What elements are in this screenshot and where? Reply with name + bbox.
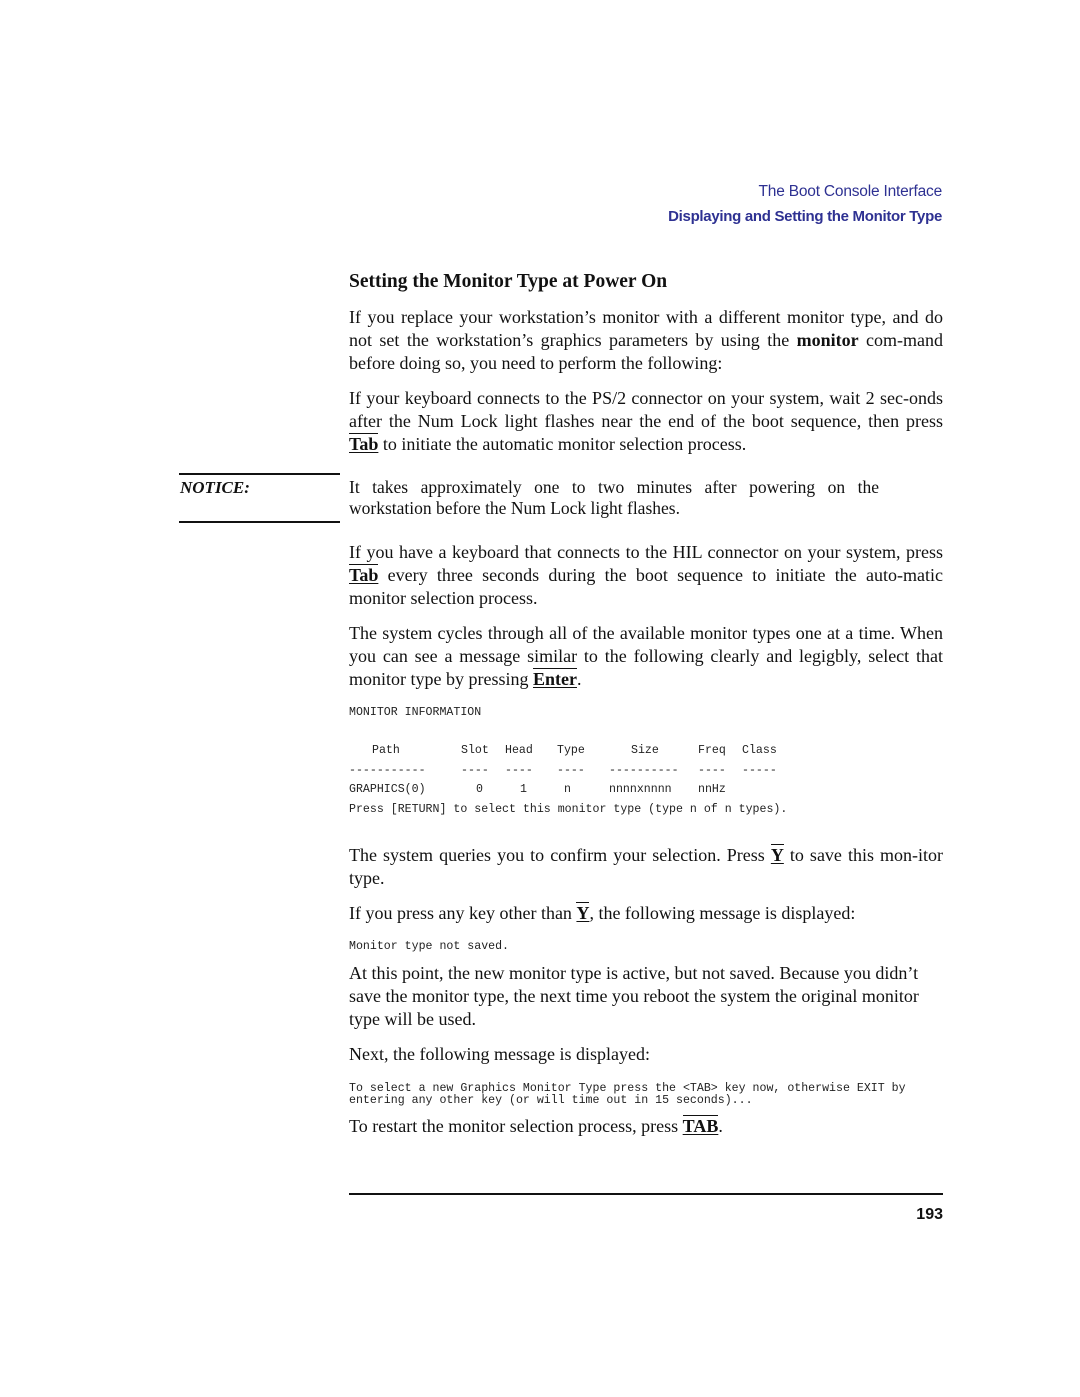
- separator: ----: [698, 763, 726, 777]
- paragraph-other-key: If you press any key other than Y, the f…: [349, 902, 943, 925]
- text: every three seconds during the boot sequ…: [349, 565, 943, 608]
- notice-label: NOTICE:: [180, 478, 250, 497]
- page-number: 193: [916, 1206, 943, 1223]
- text: .: [718, 1116, 723, 1136]
- key-enter: Enter: [532, 668, 577, 689]
- paragraph-next: Next, the following message is displayed…: [349, 1044, 650, 1064]
- column-header: Type: [557, 744, 585, 757]
- text: If you press any key other than: [349, 903, 577, 923]
- text: If your keyboard connects to the PS/2 co…: [349, 388, 943, 431]
- text: The system queries you to confirm your s…: [349, 845, 771, 865]
- cell-freq: nnHz: [698, 783, 726, 796]
- monitor-select-prompt: Press [RETURN] to select this monitor ty…: [349, 803, 788, 816]
- column-header: Head: [505, 744, 533, 757]
- key-tab: Tab: [349, 564, 379, 585]
- separator: ----: [505, 763, 533, 777]
- key-tab: TAB: [682, 1115, 719, 1136]
- paragraph-restart: To restart the monitor selection process…: [349, 1115, 943, 1138]
- paragraph-ps2: If your keyboard connects to the PS/2 co…: [349, 387, 943, 456]
- notice-text: It takes approximately one to two minute…: [349, 477, 879, 518]
- monitor-info-table: Path Slot Head Type Size Freq Class ----…: [349, 744, 777, 803]
- cell-slot: 0: [476, 783, 483, 796]
- section-heading: Setting the Monitor Type at Power On: [349, 271, 668, 292]
- column-header: Freq: [698, 744, 726, 757]
- text: The system cycles through all of the ava…: [349, 623, 943, 689]
- command-name: monitor: [796, 330, 859, 350]
- column-header: Slot: [461, 744, 489, 757]
- not-saved-message: Monitor type not saved.: [349, 940, 510, 953]
- footer-rule: [349, 1193, 943, 1195]
- table-separator-row: ----------- ---- ---- ---- ---------- --…: [349, 764, 777, 784]
- key-y: Y: [770, 844, 784, 865]
- text: to initiate the automatic monitor select…: [378, 434, 747, 454]
- key-tab: Tab: [349, 433, 379, 454]
- running-head-section: Displaying and Setting the Monitor Type: [668, 208, 942, 225]
- paragraph-not-saved: At this point, the new monitor type is a…: [349, 963, 919, 1029]
- text: If you have a keyboard that connects to …: [349, 542, 943, 562]
- tab-prompt-line-2: entering any other key (or will time out…: [349, 1094, 753, 1107]
- separator: ----: [557, 763, 585, 777]
- table-row: GRAPHICS(0) 0 1 n nnnnxnnnn nnHz: [349, 783, 726, 803]
- column-header: Size: [631, 744, 659, 757]
- separator: ----: [461, 763, 489, 777]
- separator: -----------: [349, 763, 426, 777]
- cell-type: n: [564, 783, 571, 796]
- text: .: [576, 669, 582, 689]
- cell-path: GRAPHICS(0): [349, 783, 426, 796]
- cell-size: nnnnxnnnn: [609, 783, 672, 796]
- separator: ----------: [609, 763, 679, 777]
- text: To restart the monitor selection process…: [349, 1116, 683, 1136]
- notice-top-rule: [179, 473, 340, 475]
- text: , the following message is displayed:: [589, 903, 856, 923]
- notice-bottom-rule: [179, 521, 340, 523]
- monitor-info-title: MONITOR INFORMATION: [349, 706, 482, 719]
- separator: -----: [742, 763, 777, 777]
- table-header-row: Path Slot Head Type Size Freq Class: [349, 744, 777, 764]
- cell-head: 1: [520, 783, 527, 796]
- paragraph-hil: If you have a keyboard that connects to …: [349, 541, 943, 610]
- paragraph-confirm: The system queries you to confirm your s…: [349, 844, 943, 890]
- paragraph-intro: If you replace your workstation’s monito…: [349, 306, 943, 375]
- key-y: Y: [576, 902, 590, 923]
- paragraph-cycle: The system cycles through all of the ava…: [349, 622, 943, 691]
- running-head-chapter: The Boot Console Interface: [758, 183, 943, 200]
- column-header: Path: [372, 744, 400, 757]
- column-header: Class: [742, 744, 777, 757]
